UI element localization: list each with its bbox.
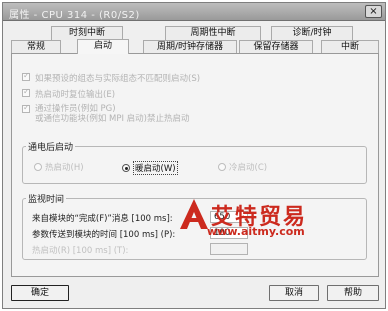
tab-label: 保留存储器 [253, 42, 299, 52]
radio-label: 暖启动(W) [133, 161, 178, 175]
tab-label: 启动 [93, 41, 112, 51]
option-label: 如果预设的组态与实际组态不匹配则启动(S) [35, 74, 201, 84]
hot-restart-time-label: 热启动(R) [100 ms] (T): [32, 246, 129, 256]
option-label-line2: 或通信功能块(例如 MPI 启动)禁止热启动 [35, 114, 190, 124]
tab-label: 诊断/时钟 [292, 28, 332, 38]
startup-tab-panel: 如果预设的组态与实际组态不匹配则启动(S) 热启动时复位输出(E) 通过操作员(… [11, 54, 379, 277]
tab-cycle-clock-memory[interactable]: 周期/时钟存储器 [143, 40, 237, 54]
tab-label: 周期/时钟存储器 [156, 42, 224, 52]
help-button[interactable]: 帮助 [327, 285, 379, 301]
tab-startup[interactable]: 启动 [77, 39, 129, 54]
checkbox[interactable] [22, 71, 30, 81]
close-button[interactable]: × [365, 5, 382, 18]
ok-button[interactable]: 确定 [11, 285, 69, 301]
watermark-url: www.aitmy.com [207, 225, 305, 238]
param-transfer-label: 参数传送到模块的时间 [100 ms] (P): [32, 230, 176, 240]
tab-cyclic-interrupts[interactable]: 周期性中断 [165, 26, 261, 40]
title-bar[interactable]: 属性 - CPU 314 - (R0/S2) × [3, 3, 385, 21]
window-title: 属性 - CPU 314 - (R0/S2) [9, 10, 140, 21]
tab-label: 周期性中断 [190, 28, 236, 38]
radio-label: 热启动(H) [45, 163, 84, 173]
tab-diagnostics-clock[interactable]: 诊断/时钟 [271, 26, 353, 40]
tab-label: 时刻中断 [68, 28, 105, 38]
radio-warm-restart[interactable]: 暖启动(W) [122, 161, 178, 175]
option-startup-if-config-mismatch[interactable]: 如果预设的组态与实际组态不匹配则启动(S) [22, 71, 201, 84]
option-disable-hot-restart[interactable]: 通过操作员(例如 PG) 或通信功能块(例如 MPI 启动)禁止热启动 [22, 103, 190, 124]
radio-hot-restart[interactable]: 热启动(H) [34, 161, 84, 173]
option-label-block: 通过操作员(例如 PG) 或通信功能块(例如 MPI 启动)禁止热启动 [35, 104, 190, 124]
tab-label: 中断 [340, 42, 359, 52]
radio-cold-restart[interactable]: 冷启动(C) [218, 161, 267, 173]
hot-restart-time-input[interactable] [210, 243, 248, 255]
tab-retentive-memory[interactable]: 保留存储器 [239, 40, 313, 54]
checkbox[interactable] [22, 87, 30, 97]
cancel-button[interactable]: 取消 [269, 285, 319, 301]
option-label: 通过操作员(例如 PG) [35, 104, 116, 114]
tab-time-of-day-interrupts[interactable]: 时刻中断 [51, 26, 123, 40]
radio-dot[interactable] [218, 163, 226, 171]
properties-dialog: 属性 - CPU 314 - (R0/S2) × 时刻中断 周期性中断 诊断/时… [2, 2, 386, 309]
tab-label: 常规 [26, 42, 45, 52]
radio-label: 冷启动(C) [229, 163, 268, 173]
startup-group-legend: 通电后启动 [26, 140, 76, 153]
radio-dot[interactable] [34, 163, 42, 171]
aitmy-logo-icon [180, 199, 208, 229]
checkbox[interactable] [22, 103, 30, 113]
tab-interrupts[interactable]: 中断 [321, 40, 379, 54]
tab-general[interactable]: 常规 [11, 40, 61, 54]
monitoring-group-legend: 监视时间 [26, 192, 67, 205]
option-label: 热启动时复位输出(E) [35, 90, 116, 100]
option-reset-outputs-hot-restart[interactable]: 热启动时复位输出(E) [22, 87, 116, 100]
radio-dot[interactable] [122, 164, 130, 172]
close-icon: × [369, 6, 378, 17]
ready-message-label: 来自模块的“完成(F)”消息 [100 ms]: [32, 214, 173, 224]
